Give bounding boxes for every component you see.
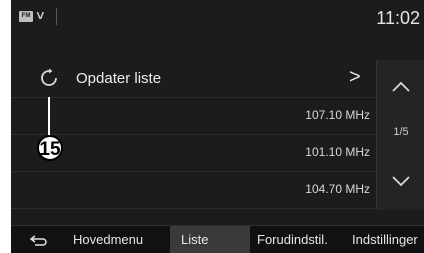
station-frequency: 101.10 MHz — [305, 145, 370, 159]
source-chevron-icon[interactable]: ∨ — [35, 8, 46, 22]
station-list: Opdater liste > 107.10 MHz 101.10 MHz 10… — [11, 60, 376, 210]
station-frequency: 107.10 MHz — [305, 108, 370, 122]
clock: 11:02 — [376, 8, 420, 28]
back-arrow-icon — [29, 235, 47, 246]
tab-forudindstil[interactable]: Forudindstil. — [257, 226, 328, 253]
page-indicator: 1/5 — [393, 126, 409, 138]
station-row[interactable]: 107.10 MHz — [11, 97, 376, 135]
station-row[interactable]: 104.70 MHz — [11, 171, 376, 209]
refresh-list-row[interactable]: Opdater liste > — [11, 60, 376, 98]
chevron-down-icon[interactable] — [387, 170, 415, 192]
station-row[interactable]: 101.10 MHz — [11, 134, 376, 172]
refresh-icon — [41, 68, 57, 86]
fm-source-badge[interactable]: FM — [19, 11, 33, 22]
chevron-up-icon[interactable] — [387, 76, 415, 98]
radio-screen: FM ∨ 11:02 Opdater liste > 107.10 MHz 10… — [11, 0, 424, 253]
bottom-tab-bar: Hovedmenu Liste Forudindstil. Indstillin… — [11, 225, 424, 253]
callout-line — [48, 97, 50, 135]
callout-number-badge: 15 — [37, 135, 63, 161]
tab-liste[interactable]: Liste — [170, 226, 250, 253]
scroll-panel: 1/5 — [376, 60, 424, 210]
chevron-right-icon: > — [349, 66, 361, 88]
status-divider — [56, 8, 57, 25]
station-frequency: 104.70 MHz — [305, 182, 370, 196]
tab-hovedmenu[interactable]: Hovedmenu — [73, 226, 143, 253]
tab-indstillinger[interactable]: Indstillinger — [352, 226, 418, 253]
status-bar: FM ∨ 11:02 — [11, 0, 424, 34]
back-button[interactable] — [29, 226, 53, 253]
refresh-list-label: Opdater liste — [76, 70, 162, 87]
